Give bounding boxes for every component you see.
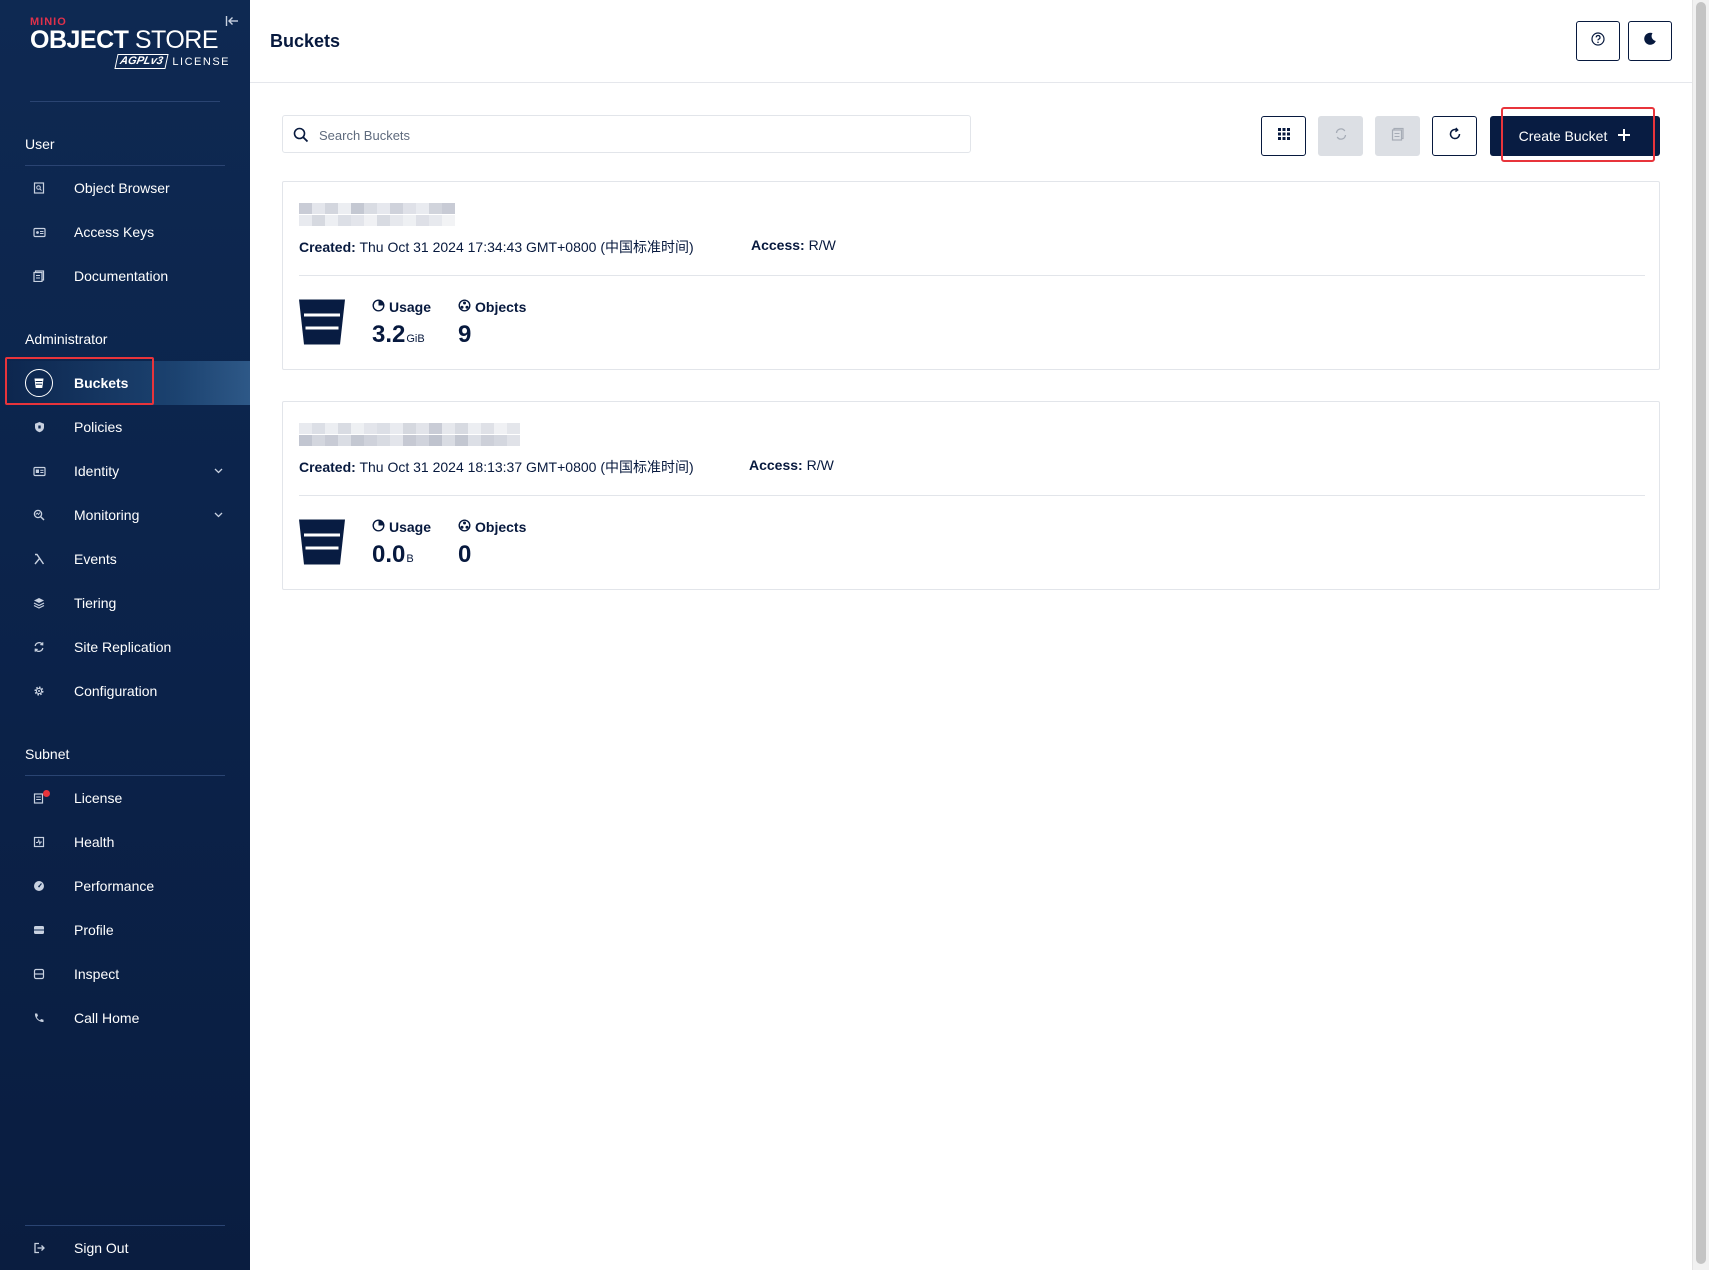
sidebar-item-identity[interactable]: Identity [0,449,250,493]
logo-product: OBJECT STORE [30,26,219,54]
monitoring-icon [27,503,51,527]
sidebar-item-performance[interactable]: Performance [0,864,250,908]
section-subnet: Subnet [25,746,70,762]
objects-icon [458,299,471,315]
bucket-objects: Objects 9 [458,299,527,348]
bucket-name-redacted [299,203,459,227]
sidebar-item-health[interactable]: Health [0,820,250,864]
create-bucket-button[interactable]: Create Bucket [1490,116,1660,156]
bucket-access: Access: R/W [749,457,834,473]
sidebar-item-object-browser[interactable]: Object Browser [0,166,250,210]
minio-logo: MINIO OBJECT STORE AGPLv3 LICENSE [30,16,230,76]
bucket-card[interactable]: Created: Thu Oct 31 2024 18:13:37 GMT+08… [282,401,1660,590]
page-title: Buckets [270,31,341,51]
phone-icon [27,1006,51,1030]
help-icon [1591,31,1605,51]
object-browser-icon [27,176,51,200]
lifecycle-icon [1391,127,1405,146]
sidebar-item-profile[interactable]: Profile [0,908,250,952]
bucket-created: Created: Thu Oct 31 2024 18:13:37 GMT+08… [299,459,694,475]
bucket-objects: Objects 0 [458,519,527,568]
replication-icon [27,635,51,659]
layers-icon [27,591,51,615]
objects-icon [458,519,471,535]
section-administrator: Administrator [25,331,108,347]
license-word: LICENSE [172,55,230,68]
identity-icon [27,459,51,483]
set-replication-button[interactable] [1318,116,1363,156]
access-keys-icon [27,220,51,244]
search-bar [282,115,971,153]
chevron-down-icon[interactable] [212,465,224,477]
sidebar-item-events[interactable]: Events [0,537,250,581]
sidebar-item-configuration[interactable]: Configuration [0,669,250,713]
help-button[interactable] [1576,21,1620,61]
usage-pie-icon [372,519,385,535]
top-bar: Buckets [250,0,1692,83]
documentation-icon [27,264,51,288]
set-lifecycle-button[interactable] [1375,116,1420,156]
sidebar-item-tiering[interactable]: Tiering [0,581,250,625]
replication-icon [1334,127,1348,146]
health-icon [27,830,51,854]
bucket-usage: Usage 3.2GiB [372,299,432,348]
sidebar-item-monitoring[interactable]: Monitoring [0,493,250,537]
sidebar-item-license[interactable]: License [0,776,250,820]
sidebar-item-sign-out[interactable]: Sign Out [0,1226,250,1270]
bucket-icon [25,369,53,397]
bucket-usage: Usage 0.0B [372,519,432,568]
bucket-icon [298,298,346,346]
inspect-icon [27,962,51,986]
select-multiple-button[interactable] [1261,116,1306,156]
speedometer-icon [27,874,51,898]
sidebar-item-buckets[interactable]: Buckets [0,361,250,405]
refresh-button[interactable] [1432,116,1477,156]
bucket-icon [298,518,346,566]
shield-icon [27,415,51,439]
plus-icon [1617,128,1631,145]
sidebar-item-policies[interactable]: Policies [0,405,250,449]
bucket-card[interactable]: Created: Thu Oct 31 2024 17:34:43 GMT+08… [282,181,1660,370]
profile-icon [27,918,51,942]
refresh-icon [1448,126,1462,146]
sidebar-item-call-home[interactable]: Call Home [0,996,250,1040]
logo-divider [30,101,220,102]
agpl-badge: AGPLv3 [114,54,169,69]
bucket-access: Access: R/W [751,237,836,253]
vertical-scrollbar[interactable] [1692,0,1709,1270]
sidebar-item-inspect[interactable]: Inspect [0,952,250,996]
sign-out-icon [27,1236,51,1260]
scrollbar-thumb[interactable] [1696,2,1706,1264]
dark-mode-toggle[interactable] [1628,21,1672,61]
chevron-down-icon[interactable] [212,509,224,521]
sidebar-item-site-replication[interactable]: Site Replication [0,625,250,669]
usage-pie-icon [372,299,385,315]
bucket-created: Created: Thu Oct 31 2024 17:34:43 GMT+08… [299,239,694,255]
sidebar-item-access-keys[interactable]: Access Keys [0,210,250,254]
bucket-name-redacted [299,423,521,447]
search-input[interactable] [319,124,959,146]
collapse-sidebar-icon[interactable] [222,12,242,30]
sidebar-item-documentation[interactable]: Documentation [0,254,250,298]
search-icon [292,126,310,144]
gear-icon [27,679,51,703]
grid-icon [1277,127,1291,146]
create-bucket-label: Create Bucket [1518,128,1608,144]
section-user: User [25,136,55,152]
sidebar: MINIO OBJECT STORE AGPLv3 LICENSE User O… [0,0,250,1270]
moon-icon [1643,32,1657,51]
lambda-icon [27,547,51,571]
license-alert-badge [43,790,50,797]
